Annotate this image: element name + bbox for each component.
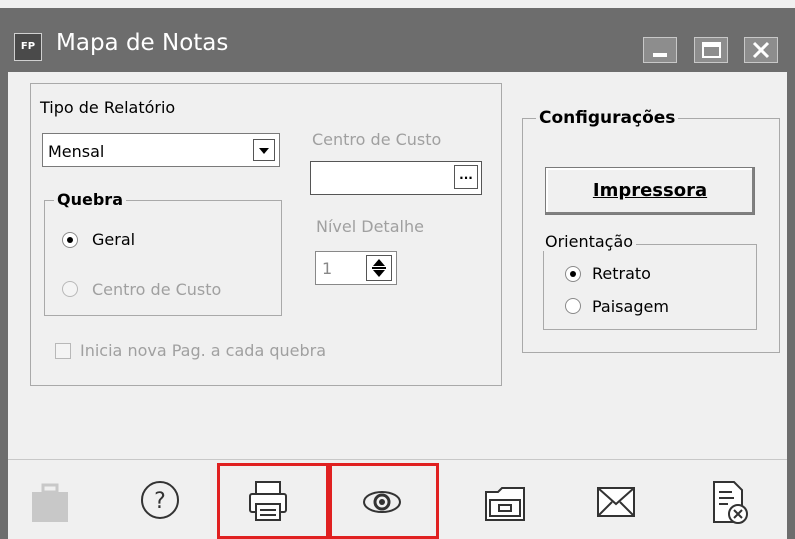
minimize-button[interactable] — [643, 37, 677, 63]
close-icon — [752, 41, 770, 59]
window-border-left — [0, 72, 8, 539]
orientation-group — [543, 244, 757, 330]
radio-centro-custo-label: Centro de Custo — [92, 280, 222, 299]
svg-text:?: ? — [154, 489, 166, 514]
orientation-title: Orientação — [542, 232, 637, 251]
radio-retrato-label: Retrato — [592, 264, 651, 283]
radio-retrato[interactable] — [565, 266, 581, 282]
spin-icon[interactable] — [366, 255, 392, 281]
chevron-down-icon[interactable] — [253, 139, 275, 161]
quebra-title: Quebra — [54, 190, 126, 209]
radio-paisagem-label: Paisagem — [592, 297, 669, 316]
printer-setup-label: Impressora — [592, 180, 708, 201]
close-button[interactable] — [744, 37, 778, 63]
report-type-label: Tipo de Relatório — [40, 98, 176, 117]
centro-custo-label: Centro de Custo — [312, 130, 442, 149]
nivel-detalhe-stepper[interactable]: 1 — [315, 251, 397, 285]
highlight-box-preview — [329, 463, 439, 539]
nivel-detalhe-label: Nível Detalhe — [316, 217, 424, 236]
radio-centro-custo[interactable] — [62, 281, 78, 297]
app-icon: FP — [14, 33, 42, 61]
highlight-box-print — [217, 463, 329, 539]
maximize-icon — [702, 42, 721, 58]
mail-icon[interactable] — [592, 474, 648, 530]
browse-button[interactable]: ... — [454, 165, 478, 189]
new-page-checkbox-label: Inicia nova Pag. a cada quebra — [80, 341, 327, 360]
briefcase-icon[interactable] — [24, 474, 80, 530]
help-icon[interactable]: ? — [132, 474, 188, 530]
close-document-icon[interactable] — [704, 474, 760, 530]
radio-paisagem[interactable] — [565, 298, 581, 314]
centro-custo-input[interactable]: ... — [310, 161, 482, 195]
maximize-button[interactable] — [694, 37, 728, 63]
title-bar: FP Mapa de Notas — [0, 8, 795, 72]
nivel-detalhe-value: 1 — [322, 259, 333, 278]
new-page-checkbox[interactable] — [55, 343, 71, 359]
radio-geral-label: Geral — [92, 230, 136, 249]
report-window: FP Mapa de Notas Tipo de Relatório Mensa… — [0, 0, 795, 539]
minimize-icon — [653, 53, 667, 57]
configuracoes-title: Configurações — [536, 108, 679, 128]
radio-geral[interactable] — [62, 232, 78, 248]
window-border-right — [787, 72, 795, 539]
toolbar-divider — [8, 459, 787, 460]
report-type-select[interactable]: Mensal — [42, 133, 280, 167]
folder-icon[interactable] — [480, 474, 536, 530]
printer-setup-button[interactable]: Impressora — [545, 167, 755, 215]
window-title: Mapa de Notas — [56, 30, 229, 56]
report-type-value: Mensal — [48, 142, 105, 161]
